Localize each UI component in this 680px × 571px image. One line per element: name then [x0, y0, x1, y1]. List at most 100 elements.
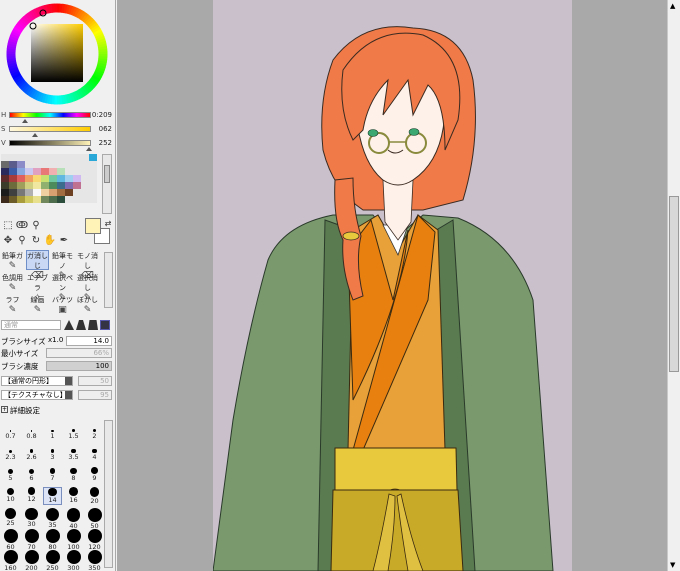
brush-size-0.7[interactable]: 0.7 — [1, 424, 20, 442]
color-swatch[interactable] — [81, 182, 89, 189]
color-swatch[interactable] — [65, 196, 73, 203]
color-swatch[interactable] — [33, 161, 41, 168]
color-swatch[interactable] — [65, 154, 73, 161]
color-swatch[interactable] — [49, 189, 57, 196]
brush-size-25[interactable]: 25 — [1, 508, 20, 527]
brush-size-10[interactable]: 10 — [1, 487, 20, 505]
rotate-icon[interactable]: ↻ — [29, 233, 43, 247]
vertical-scroll-thumb[interactable] — [669, 196, 679, 372]
brush-size-3.5[interactable]: 3.5 — [64, 445, 83, 463]
brush-tool-3[interactable]: モノ消し ⌫ — [76, 250, 99, 281]
color-swatch[interactable] — [17, 182, 25, 189]
color-swatch[interactable] — [1, 154, 9, 161]
canvas-area[interactable] — [117, 0, 667, 571]
color-swatch[interactable] — [81, 154, 89, 161]
detail-settings-row[interactable]: + 詳細設定 — [0, 405, 115, 416]
color-swatch[interactable] — [33, 196, 41, 203]
color-swatch[interactable] — [33, 168, 41, 175]
brush-size-12[interactable]: 12 — [22, 487, 41, 505]
density-field[interactable]: 100 — [46, 361, 112, 371]
hue-marker[interactable] — [22, 119, 29, 123]
brush-size-14[interactable]: 14 — [43, 487, 62, 505]
color-swatch[interactable] — [57, 175, 65, 182]
brush-size-0.8[interactable]: 0.8 — [22, 424, 41, 442]
brush-tool-4[interactable]: 色調用 ✎ — [1, 272, 24, 293]
size-multiplier[interactable]: x1.0 — [48, 336, 63, 344]
shape-strength-field[interactable]: 50 — [78, 376, 112, 386]
brush-size-350[interactable]: 350 — [85, 550, 104, 571]
brush-size-30[interactable]: 30 — [22, 508, 41, 528]
color-swatch[interactable] — [89, 161, 97, 168]
color-swatch[interactable] — [73, 154, 81, 161]
swap-colors-icon[interactable]: ⇄ — [101, 216, 115, 230]
color-swatch[interactable] — [73, 161, 81, 168]
color-wheel[interactable] — [3, 2, 111, 106]
color-swatch[interactable] — [41, 168, 49, 175]
color-swatch[interactable] — [49, 182, 57, 189]
brush-size-60[interactable]: 60 — [1, 529, 20, 551]
color-swatch[interactable] — [1, 189, 9, 196]
scroll-down-icon[interactable]: ▼ — [670, 561, 675, 569]
color-swatch[interactable] — [33, 154, 41, 161]
color-swatch[interactable] — [33, 182, 41, 189]
brush-size-40[interactable]: 40 — [64, 508, 83, 530]
color-swatch[interactable] — [17, 175, 25, 182]
color-swatch[interactable] — [89, 168, 97, 175]
color-swatch[interactable] — [65, 189, 73, 196]
color-swatch[interactable] — [57, 161, 65, 168]
value-slider[interactable]: V 252 — [0, 138, 115, 151]
brush-size-100[interactable]: 100 — [64, 529, 83, 551]
brush-size-2[interactable]: 2 — [85, 424, 104, 442]
color-swatch[interactable] — [25, 189, 33, 196]
brush-tool-9[interactable]: 線画 ✎ — [26, 294, 49, 315]
color-swatch[interactable] — [65, 161, 73, 168]
color-swatch[interactable] — [81, 161, 89, 168]
color-swatch[interactable] — [73, 168, 81, 175]
brush-size-16[interactable]: 16 — [64, 487, 83, 505]
color-swatch[interactable] — [81, 168, 89, 175]
color-swatch[interactable] — [41, 175, 49, 182]
brush-size-250[interactable]: 250 — [43, 550, 62, 571]
brush-size-2.3[interactable]: 2.3 — [1, 445, 20, 463]
expand-icon[interactable]: + — [1, 406, 8, 413]
brush-size-scrollbar[interactable] — [104, 420, 113, 568]
brush-tool-1[interactable]: ガ消しじ ⌫ — [26, 250, 49, 281]
color-swatch[interactable] — [1, 175, 9, 182]
swatch-palette[interactable] — [0, 154, 100, 214]
texture-strength-field[interactable]: 95 — [78, 390, 112, 400]
magic-wand-icon[interactable]: ⚲ — [29, 218, 43, 232]
dropdown-arrow-icon[interactable] — [65, 391, 72, 399]
color-swatch[interactable] — [17, 154, 25, 161]
brush-tool-8[interactable]: ラフ ✎ — [1, 294, 24, 315]
shape-select[interactable]: 【通常の円形】 — [1, 376, 73, 386]
color-swatch[interactable] — [41, 154, 49, 161]
zoom-icon[interactable]: ⚲ — [15, 233, 29, 247]
hue-slider[interactable]: H 0:209 — [0, 110, 115, 123]
illustration-canvas[interactable] — [213, 0, 572, 571]
color-swatch[interactable] — [25, 196, 33, 203]
brush-size-200[interactable]: 200 — [22, 550, 41, 571]
color-swatch[interactable] — [57, 168, 65, 175]
brush-size-7[interactable]: 7 — [43, 466, 62, 484]
color-swatch[interactable] — [41, 196, 49, 203]
blend-mode-select[interactable]: 通常 — [1, 320, 61, 330]
brush-tool-6[interactable]: 選択ペン ✎ — [51, 272, 74, 303]
brush-size-1[interactable]: 1 — [43, 424, 62, 442]
brush-size-1.5[interactable]: 1.5 — [64, 424, 83, 442]
color-swatch[interactable] — [89, 154, 97, 161]
color-swatch[interactable] — [9, 175, 17, 182]
color-swatch[interactable] — [1, 161, 9, 168]
brush-size-20[interactable]: 20 — [85, 487, 104, 505]
color-swatch[interactable] — [9, 168, 17, 175]
tool-grid-scrollbar[interactable] — [104, 252, 113, 308]
brush-size-5[interactable]: 5 — [1, 466, 20, 484]
color-swatch[interactable] — [17, 168, 25, 175]
foreground-color-swatch[interactable] — [85, 218, 101, 234]
color-swatch[interactable] — [89, 196, 97, 203]
color-swatch[interactable] — [73, 196, 81, 203]
color-swatch[interactable] — [1, 168, 9, 175]
color-swatch[interactable] — [49, 175, 57, 182]
color-swatch[interactable] — [57, 182, 65, 189]
select-rect-icon[interactable]: ⬚ — [1, 218, 15, 232]
color-swatch[interactable] — [73, 182, 81, 189]
